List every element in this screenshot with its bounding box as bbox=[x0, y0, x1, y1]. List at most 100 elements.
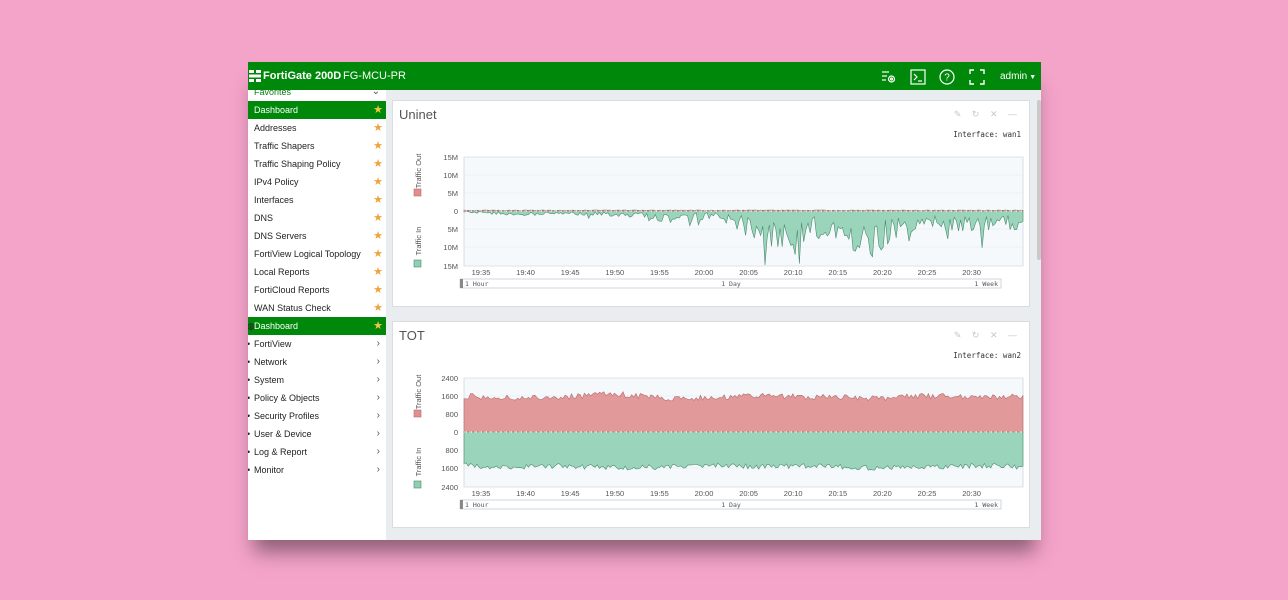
star-icon: ★ bbox=[373, 176, 383, 188]
favorite-item[interactable]: DNS Servers ★ bbox=[248, 227, 386, 245]
favorite-label: Addresses bbox=[254, 123, 297, 133]
favorite-item[interactable]: Traffic Shapers ★ bbox=[248, 137, 386, 155]
y-tick-label: 2400 bbox=[441, 483, 458, 492]
star-icon: ★ bbox=[373, 284, 383, 296]
menu-item[interactable]: • Log & Report › bbox=[248, 443, 386, 461]
favorite-item[interactable]: DNS ★ bbox=[248, 209, 386, 227]
traffic-out-area bbox=[463, 391, 1024, 433]
star-icon: ★ bbox=[373, 104, 383, 116]
x-tick-label: 20:30 bbox=[962, 268, 981, 277]
chevron-right-icon: › bbox=[376, 428, 380, 439]
hostname: FG-MCU-PR bbox=[343, 70, 406, 82]
chevron-right-icon: › bbox=[376, 338, 380, 349]
cli-console-icon[interactable] bbox=[909, 68, 927, 86]
x-tick-label: 20:25 bbox=[918, 268, 937, 277]
x-tick-label: 19:45 bbox=[561, 268, 580, 277]
favorite-label: Traffic Shapers bbox=[254, 141, 315, 151]
favorite-label: DNS bbox=[254, 213, 274, 223]
content-scrollbar[interactable] bbox=[1037, 100, 1041, 260]
favorite-item[interactable]: FortiCloud Reports ★ bbox=[248, 281, 386, 299]
traffic-in-legend-swatch bbox=[413, 259, 422, 268]
y-tick-label: 800 bbox=[445, 446, 458, 455]
y-tick-label: 0 bbox=[454, 428, 458, 437]
menu-item-icon: • bbox=[248, 371, 250, 389]
menu-item[interactable]: • Monitor › bbox=[248, 461, 386, 479]
favorite-label: Local Reports bbox=[254, 267, 310, 277]
x-tick-label: 20:00 bbox=[695, 268, 714, 277]
x-tick-label: 19:45 bbox=[561, 489, 580, 498]
dashboard-content: Uninet ✎ ↻ ✕ — Interface: wan1 15M 10M 5M 0… bbox=[386, 90, 1041, 540]
x-tick-label: 20:00 bbox=[695, 489, 714, 498]
traffic-chart-uninet[interactable]: 15M 10M 5M 0 5M 10M 15M Traffic Out Traffic In 19… bbox=[393, 101, 1029, 306]
chevron-right-icon: › bbox=[376, 446, 380, 457]
traffic-in-label: Traffic In bbox=[414, 227, 423, 256]
x-tick-label: 20:20 bbox=[873, 489, 892, 498]
menu-item[interactable]: • System › bbox=[248, 371, 386, 389]
user-menu[interactable]: admin ▼ bbox=[1000, 71, 1036, 82]
favorite-item[interactable]: Interfaces ★ bbox=[248, 191, 386, 209]
x-tick-label: 20:30 bbox=[962, 489, 981, 498]
star-icon: ★ bbox=[373, 266, 383, 278]
menu-item-icon: • bbox=[248, 335, 250, 353]
menu-label: User & Device bbox=[254, 429, 312, 439]
favorite-label: Interfaces bbox=[254, 195, 294, 205]
traffic-chart-tot[interactable]: 2400 1600 800 0 800 1600 2400 Traffic Out Traffi… bbox=[393, 322, 1029, 527]
favorite-item[interactable]: FortiView Logical Topology ★ bbox=[248, 245, 386, 263]
x-tick-label: 19:40 bbox=[516, 489, 535, 498]
menu-item-icon: • bbox=[248, 425, 250, 443]
y-tick-label: 15M bbox=[443, 262, 458, 271]
traffic-in-label: Traffic In bbox=[414, 448, 423, 477]
favorite-item[interactable]: Traffic Shaping Policy ★ bbox=[248, 155, 386, 173]
menu-item[interactable]: ◍ Dashboard ★ bbox=[248, 317, 386, 335]
x-tick-label: 19:50 bbox=[605, 268, 624, 277]
star-icon: ★ bbox=[373, 302, 383, 314]
favorite-item[interactable]: Addresses ★ bbox=[248, 119, 386, 137]
y-tick-label: 5M bbox=[448, 189, 458, 198]
favorite-item[interactable]: Dashboard ★ bbox=[248, 101, 386, 119]
chevron-right-icon: › bbox=[376, 464, 380, 475]
fullscreen-icon[interactable] bbox=[968, 68, 986, 86]
menu-item-icon: • bbox=[248, 461, 250, 479]
menu-label: Network bbox=[254, 357, 288, 367]
star-icon: ★ bbox=[373, 158, 383, 170]
app-window: FortiGate 200D FG-MCU-PR ? admin ▼ Favor… bbox=[248, 62, 1041, 540]
widget-uninet: Uninet ✎ ↻ ✕ — Interface: wan1 15M 10M 5M 0… bbox=[392, 100, 1030, 307]
x-tick-label: 20:10 bbox=[784, 268, 803, 277]
x-tick-label: 19:55 bbox=[650, 489, 669, 498]
x-tick-label: 19:50 bbox=[605, 489, 624, 498]
traffic-out-legend-swatch bbox=[413, 409, 422, 418]
y-tick-label: 10M bbox=[443, 243, 458, 252]
y-tick-label: 800 bbox=[445, 410, 458, 419]
favorite-label: DNS Servers bbox=[254, 231, 307, 241]
range-handle bbox=[460, 500, 463, 509]
menu-item[interactable]: • Policy & Objects › bbox=[248, 389, 386, 407]
fortinet-logo-icon bbox=[249, 70, 261, 82]
y-tick-label: 1600 bbox=[441, 392, 458, 401]
menu-label: Security Profiles bbox=[254, 411, 320, 421]
range-label: 1 Day bbox=[721, 501, 741, 509]
menu-item[interactable]: • FortiView › bbox=[248, 335, 386, 353]
y-tick-label: 1600 bbox=[441, 464, 458, 473]
favorite-label: FortiView Logical Topology bbox=[254, 249, 361, 259]
favorite-item[interactable]: WAN Status Check ★ bbox=[248, 299, 386, 317]
x-tick-label: 20:05 bbox=[739, 489, 758, 498]
chevron-down-icon: ▼ bbox=[1029, 74, 1037, 81]
star-icon: ★ bbox=[373, 140, 383, 152]
favorite-item[interactable]: IPv4 Policy ★ bbox=[248, 173, 386, 191]
x-tick-label: 19:35 bbox=[472, 489, 491, 498]
favorite-item[interactable]: Local Reports ★ bbox=[248, 263, 386, 281]
range-label: 1 Week bbox=[975, 501, 999, 509]
y-tick-label: 15M bbox=[443, 153, 458, 162]
star-icon: ★ bbox=[373, 320, 383, 332]
menu-item[interactable]: • Network › bbox=[248, 353, 386, 371]
x-tick-label: 20:20 bbox=[873, 268, 892, 277]
chevron-right-icon: › bbox=[376, 356, 380, 367]
menu-item[interactable]: • User & Device › bbox=[248, 425, 386, 443]
traffic-in-legend-swatch bbox=[413, 480, 422, 489]
sidebar: Favorites ⌄ Dashboard ★ Addresses ★ Traffic Sh… bbox=[248, 86, 386, 540]
menu-item[interactable]: • Security Profiles › bbox=[248, 407, 386, 425]
favorites-header[interactable]: Favorites ⌄ bbox=[248, 83, 386, 101]
dashboard-settings-icon[interactable] bbox=[880, 68, 898, 86]
menu-label: Policy & Objects bbox=[254, 393, 320, 403]
help-icon[interactable]: ? bbox=[938, 68, 956, 86]
